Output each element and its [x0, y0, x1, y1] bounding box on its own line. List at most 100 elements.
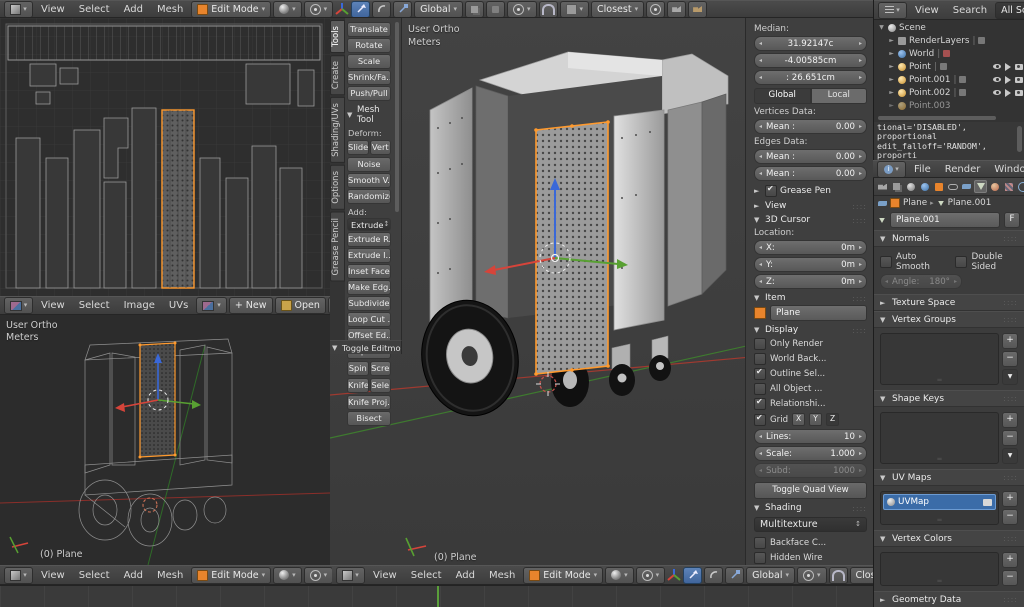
info-log-scrollbar[interactable]: [1017, 126, 1022, 152]
breadcrumb-object[interactable]: Plane: [903, 198, 927, 208]
center-menu-mesh[interactable]: Mesh: [483, 570, 521, 581]
expander-icon[interactable]: ►: [888, 102, 895, 109]
panel-grip-icon[interactable]: ::::: [1003, 595, 1018, 604]
panel-grip-icon[interactable]: ::::: [1003, 473, 1018, 482]
vertex-colors-list[interactable]: [880, 552, 999, 586]
tab-grease-pencil[interactable]: Grease Pencil: [330, 212, 345, 282]
cursor-panel-header[interactable]: ▼3D Cursor::::: [754, 215, 867, 225]
grease-pencil-panel-header[interactable]: ►Grease Pen: [754, 185, 867, 197]
rotate-button[interactable]: Rotate: [347, 38, 391, 53]
extrude-menu[interactable]: Extrude↕: [347, 218, 391, 231]
selected-panel[interactable]: [534, 120, 610, 376]
inset-faces-button[interactable]: Inset Faces: [347, 264, 391, 279]
left-shading-dropdown[interactable]: ▾: [273, 567, 302, 584]
uv-menu-view[interactable]: View: [35, 300, 71, 311]
breadcrumb-data[interactable]: Plane.001: [948, 198, 992, 208]
backface-culling-checkbox[interactable]: [754, 537, 766, 549]
center-scale-button[interactable]: [725, 567, 744, 584]
panel-grip-icon[interactable]: ::::: [1003, 298, 1018, 307]
outliner-menu-search[interactable]: Search: [947, 5, 993, 16]
panel-grip-icon[interactable]: ::::: [852, 504, 867, 513]
uv-maps-panel-header[interactable]: ▼UV Maps::::: [874, 469, 1024, 486]
vertex-color-remove-button[interactable]: −: [1002, 570, 1018, 586]
knife-project-button[interactable]: Knife Proj...: [347, 395, 391, 410]
selectability-icon[interactable]: [1005, 76, 1011, 84]
vertex-slide-button[interactable]: Vert: [370, 140, 392, 155]
outliner-menu-view[interactable]: View: [909, 5, 945, 16]
vertex-group-specials-button[interactable]: ▼: [1002, 369, 1018, 385]
vertex-colors-panel-header[interactable]: ▼Vertex Colors::::: [874, 530, 1024, 547]
cursor-y-field[interactable]: ◂Y:0m▸: [754, 257, 867, 272]
vertex-groups-list[interactable]: [880, 333, 999, 385]
expander-icon[interactable]: ►: [888, 63, 895, 70]
panel-grip-icon[interactable]: ::::: [852, 294, 867, 303]
outliner-row-point-003[interactable]: ►Point.003: [874, 99, 1024, 112]
shape-keys-list[interactable]: [880, 412, 999, 464]
snap-toggle-button[interactable]: [539, 1, 558, 18]
toggle-quad-view-button[interactable]: Toggle Quad View: [754, 482, 867, 499]
expander-icon[interactable]: ▼: [878, 24, 885, 31]
outliner-row-world[interactable]: ►World|: [874, 47, 1024, 60]
shape-key-specials-button[interactable]: ▼: [1002, 448, 1018, 464]
left-menu-add[interactable]: Add: [118, 570, 149, 581]
push-pull-button[interactable]: Push/Pull: [347, 86, 391, 101]
outliner-scrollbar[interactable]: [878, 116, 996, 120]
lock-to-scene-icon[interactable]: [486, 1, 505, 18]
double-sided-checkbox[interactable]: [955, 256, 967, 268]
orientation-dropdown[interactable]: Global▾: [414, 1, 463, 18]
extrude-individual-button[interactable]: Extrude I...: [347, 248, 391, 263]
tab-object-data[interactable]: [974, 180, 987, 193]
panel-grip-icon[interactable]: ::::: [1003, 234, 1018, 243]
mode-dropdown[interactable]: Edit Mode▾: [191, 1, 271, 18]
spin-button[interactable]: Spin: [347, 361, 369, 376]
item-panel-header[interactable]: ▼Item::::: [754, 293, 867, 303]
menu-view[interactable]: View: [35, 4, 71, 15]
only-render-checkbox[interactable]: [754, 338, 766, 350]
tool-shelf-scrollbar[interactable]: [395, 22, 399, 212]
tab-constraints[interactable]: [946, 180, 959, 193]
center-menu-add[interactable]: Add: [450, 570, 481, 581]
pivot-dropdown[interactable]: ▾: [304, 1, 334, 18]
menu-add[interactable]: Add: [118, 4, 149, 15]
left-editor-type-dropdown[interactable]: ▾: [4, 567, 33, 584]
expander-icon[interactable]: ►: [888, 76, 895, 83]
uvmap-list-item[interactable]: UVMap: [883, 494, 996, 510]
panel-grip-icon[interactable]: ::::: [1003, 394, 1018, 403]
cursor-x-field[interactable]: ◂X:0m▸: [754, 240, 867, 255]
subdivide-button[interactable]: Subdivide: [347, 296, 391, 311]
renderability-icon[interactable]: [1015, 90, 1023, 96]
info-menu-render[interactable]: Render: [939, 164, 987, 175]
selectability-icon[interactable]: [1005, 63, 1011, 71]
render-still-icon[interactable]: [667, 1, 686, 18]
uv-menu-uvs[interactable]: UVs: [163, 300, 194, 311]
screw-button[interactable]: Scre: [370, 361, 392, 376]
auto-smooth-checkbox[interactable]: [880, 256, 892, 268]
randomize-button[interactable]: Randomize: [347, 189, 391, 204]
shading-mode-dropdown[interactable]: Multitexture↕: [754, 517, 867, 532]
shading-panel-header[interactable]: ▼Shading::::: [754, 503, 867, 513]
scale-button[interactable]: Scale: [347, 54, 391, 69]
grid-floor-checkbox[interactable]: [754, 414, 766, 426]
outliner-editor-type-dropdown[interactable]: ▾: [878, 2, 907, 19]
image-open-button[interactable]: Open: [275, 297, 326, 314]
knife-button[interactable]: Knife: [347, 378, 369, 393]
tab-render-layers[interactable]: [890, 180, 903, 193]
shrink-fatten-button[interactable]: Shrink/Fa...: [347, 70, 391, 85]
uvmap-remove-button[interactable]: −: [1002, 509, 1018, 525]
expander-icon[interactable]: ►: [888, 37, 895, 44]
center-editor-type-dropdown[interactable]: ▾: [336, 567, 365, 584]
left-pivot-dropdown[interactable]: ▾: [304, 567, 332, 584]
grease-pencil-checkbox[interactable]: [765, 185, 777, 197]
menu-select[interactable]: Select: [73, 4, 116, 15]
active-render-icon[interactable]: [983, 499, 992, 506]
uv-island-selected[interactable]: [162, 110, 194, 288]
menu-mesh[interactable]: Mesh: [151, 4, 189, 15]
scale-manipulator-button[interactable]: [393, 1, 412, 18]
center-snap-target-dropdown[interactable]: Closest▾: [850, 567, 874, 584]
center-pivot-dropdown[interactable]: ▾: [636, 567, 666, 584]
vertex-color-add-button[interactable]: +: [1002, 552, 1018, 568]
display-panel-header[interactable]: ▼Display::::: [754, 325, 867, 335]
tab-modifiers[interactable]: [960, 180, 973, 193]
panel-grip-icon[interactable]: ::::: [1003, 534, 1018, 543]
uv-menu-image[interactable]: Image: [118, 300, 161, 311]
